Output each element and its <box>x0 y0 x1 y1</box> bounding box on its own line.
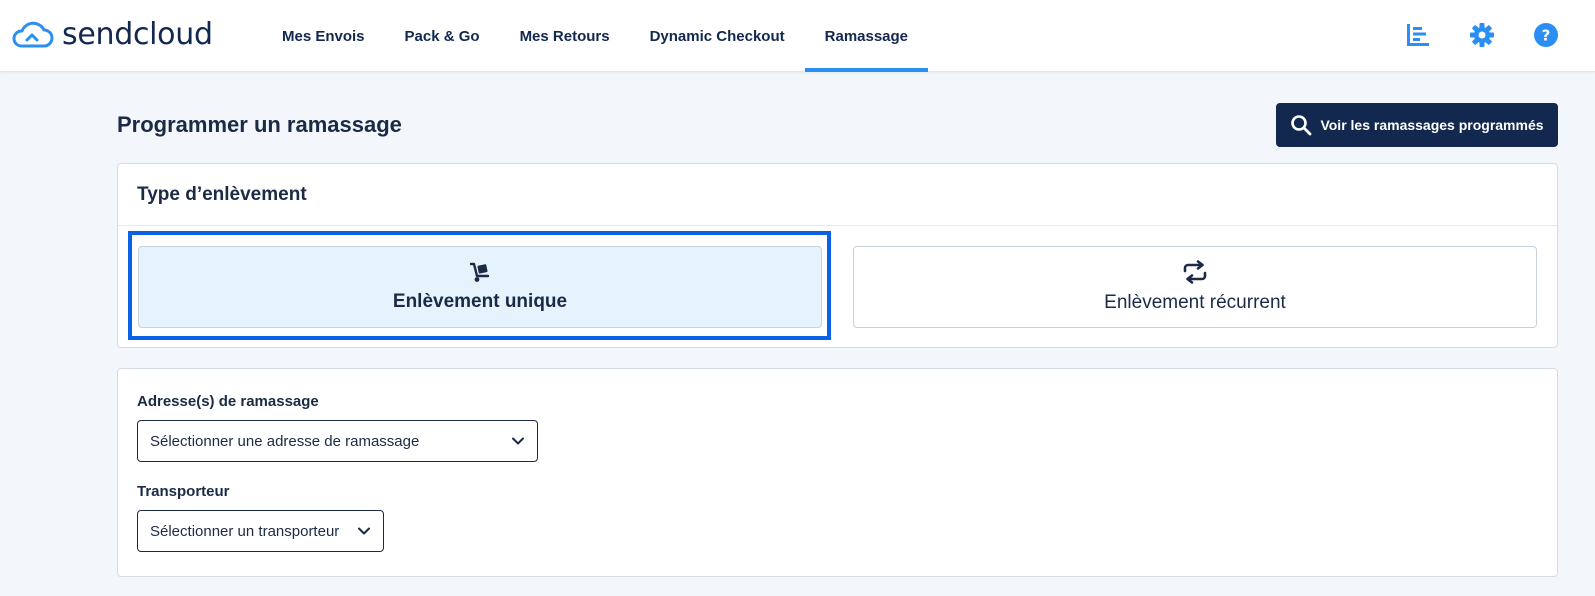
nav-item-dynamic-checkout[interactable]: Dynamic Checkout <box>630 0 805 72</box>
repeat-icon <box>1183 260 1207 284</box>
carrier-select[interactable]: Sélectionner un transporteur <box>137 510 384 552</box>
pickup-type-title: Type d’enlèvement <box>118 164 1557 226</box>
page-title: Programmer un ramassage <box>117 112 402 137</box>
svg-text:?: ? <box>1542 27 1551 45</box>
sendcloud-logo[interactable]: sendcloud <box>10 14 213 54</box>
recurring-pickup-label: Enlèvement récurrent <box>1104 292 1286 313</box>
nav-item-mes-retours[interactable]: Mes Retours <box>500 0 630 72</box>
recurring-pickup-option[interactable]: Enlèvement récurrent <box>853 246 1537 328</box>
view-scheduled-pickups-label: Voir les ramassages programmés <box>1320 117 1544 133</box>
help-icon[interactable]: ? <box>1529 18 1563 52</box>
hand-truck-icon <box>469 262 490 282</box>
top-navigation-bar: sendcloud Mes Envois Pack & Go Mes Retou… <box>0 0 1595 72</box>
main-nav: Mes Envois Pack & Go Mes Retours Dynamic… <box>262 0 929 72</box>
chart-icon[interactable] <box>1401 18 1435 52</box>
nav-item-mes-envois[interactable]: Mes Envois <box>262 0 385 72</box>
single-pickup-option[interactable]: Enlèvement unique <box>138 246 822 328</box>
search-icon <box>1291 115 1312 136</box>
pickup-type-card: Type d’enlèvement Enlèvement unique Enlè… <box>117 163 1558 348</box>
brand-name: sendcloud <box>62 16 213 52</box>
chevron-down-icon <box>358 527 370 535</box>
pickup-form-card: Adresse(s) de ramassage Sélectionner une… <box>117 368 1558 577</box>
view-scheduled-pickups-button[interactable]: Voir les ramassages programmés <box>1276 103 1558 147</box>
nav-item-ramassage[interactable]: Ramassage <box>804 0 929 72</box>
carrier-field-label: Transporteur <box>137 483 230 500</box>
address-field-label: Adresse(s) de ramassage <box>137 393 319 410</box>
chevron-down-icon <box>512 437 524 445</box>
carrier-value: Sélectionner un transporteur <box>150 522 340 540</box>
pickup-address-value: Sélectionner une adresse de ramassage <box>150 432 420 450</box>
nav-item-pack-and-go[interactable]: Pack & Go <box>385 0 500 72</box>
pickup-address-select[interactable]: Sélectionner une adresse de ramassage <box>137 420 538 462</box>
top-icons: ? <box>1401 18 1563 52</box>
single-pickup-label: Enlèvement unique <box>392 291 568 312</box>
cloud-logo-icon <box>12 21 54 48</box>
gear-icon[interactable] <box>1465 18 1499 52</box>
